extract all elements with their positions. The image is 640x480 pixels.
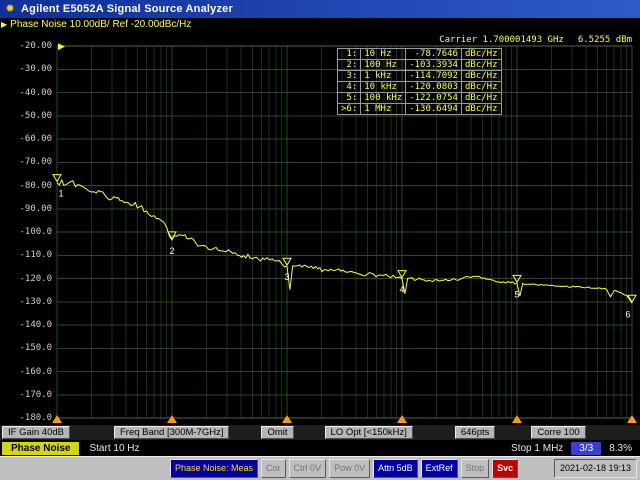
status-field: IF Gain 40dB [2,426,70,439]
y-axis-label: -170.0 [19,389,52,400]
taskbar-cor[interactable]: Cor [261,458,286,478]
phase-noise-plot: 1 2 3 4 5 6 [52,45,637,423]
taskbar-extref[interactable]: ExtRef [420,458,458,478]
taskbar-pow-0v[interactable]: Pow 0V [329,458,371,478]
marker-tick-icon [397,415,407,423]
marker-tick-icon [282,415,292,423]
taskbar: Phase Noise: Meas Cor Ctrl 0V Pow 0V Attn 5d… [0,456,640,480]
marker-row: 1: 10 Hz -78.7646 dBc/Hz [336,48,502,60]
trace-info-label: Phase Noise 10.00dB/ Ref -20.00dBc/Hz [10,19,192,30]
marker-tick-icon [167,415,177,423]
marker-row: 4: 10 kHz -120.0803 dBc/Hz [336,81,502,93]
status-row-1: IF Gain 40dB Freq Band [300M-7GHz] Omit LO … [0,425,640,440]
y-axis-label: -150.0 [19,343,52,354]
y-axis-label: -30.00 [19,64,52,75]
taskbar-attn-5db[interactable]: Attn 5dB [373,458,418,478]
y-axis-label: -20.00 [19,41,52,51]
y-axis-label: -140.0 [19,320,52,330]
y-axis-label: -50.00 [19,110,52,121]
svg-text:3: 3 [284,272,289,282]
svg-text:5: 5 [514,289,519,299]
marker-tick-icon [512,415,522,423]
status-field: Omit [261,426,294,439]
titlebar: ✹ Agilent E5052A Signal Source Analyzer [0,0,640,18]
status-field: Freq Band [300M-7GHz] [113,426,230,439]
y-axis-label: -70.00 [19,157,52,168]
y-axis-label: -90.00 [19,203,52,214]
trace-info-bar: ▶ Phase Noise 10.00dB/ Ref -20.00dBc/Hz [0,18,640,32]
status-field: LO Opt [<150kHz] [324,426,413,439]
carrier-power: 6.5255 dBm [577,35,632,45]
svg-text:6: 6 [625,309,630,319]
trace-tab-phase-noise[interactable]: Phase Noise [2,441,80,455]
graph-area: 1 2 3 4 5 6 ▶ Carrier 1.700001493 GHz 6.5255 … [0,32,640,425]
stop-frequency-label: Stop 1 MHz [511,442,564,454]
y-axis-label: -100.0 [19,227,52,237]
y-axis-label: -110.0 [19,250,52,261]
y-axis-label: -40.00 [19,87,52,98]
y-axis-label: -130.0 [19,296,52,307]
carrier-readout: Carrier 1.700001493 GHz 6.5255 dBm [439,35,632,45]
datetime-display: 2021-02-18 19:13 [553,458,637,478]
y-axis-label: -80.00 [19,180,52,191]
trace-arrow-icon: ▶ [1,20,8,29]
y-axis-label: -120.0 [19,273,52,284]
taskbar-svc[interactable]: Svc [492,458,519,478]
y-axis-label: -160.0 [19,366,52,377]
taskbar-phase-noise-meas[interactable]: Phase Noise: Meas [170,458,259,478]
svg-text:2: 2 [169,246,174,256]
carrier-frequency: Carrier 1.700001493 GHz [439,35,564,45]
page-indicator: 3/3 [571,441,602,455]
status-field: Corre 100 [531,426,586,439]
ref-level-arrow-icon: ▶ [58,41,65,51]
start-frequency-label: Start 10 Hz [89,442,140,454]
taskbar-stop[interactable]: Stop [460,458,490,478]
taskbar-ctrl-0v[interactable]: Ctrl 0V [288,458,327,478]
marker-row: >6: 1 MHz -130.6494 dBc/Hz [336,103,502,115]
marker-tick-icon [627,415,637,423]
svg-text:1: 1 [58,189,63,199]
svg-text:4: 4 [399,285,404,295]
y-axis-label: -60.00 [19,134,52,144]
status-field: 646pts [454,426,496,439]
window-title: Agilent E5052A Signal Source Analyzer [21,3,233,15]
marker-row: 3: 1 kHz -114.7092 dBc/Hz [336,70,502,82]
app-icon: ✹ [5,3,15,15]
marker-tick-icon [52,415,62,423]
trace-status-row: Phase Noise Start 10 Hz Stop 1 MHz 3/3 8… [0,440,640,456]
marker-row: 5: 100 kHz -122.0754 dBc/Hz [336,92,502,104]
y-axis-label: -180.0 [19,413,52,423]
progress-percent: 8.3% [609,442,632,454]
marker-row: 2: 100 Hz -103.3934 dBc/Hz [336,59,502,71]
instrument-screen: ✹ Agilent E5052A Signal Source Analyzer … [0,0,640,480]
marker-table: 1: 10 Hz -78.7646 dBc/Hz 2: 100 Hz -103.3934 dB… [336,48,502,115]
